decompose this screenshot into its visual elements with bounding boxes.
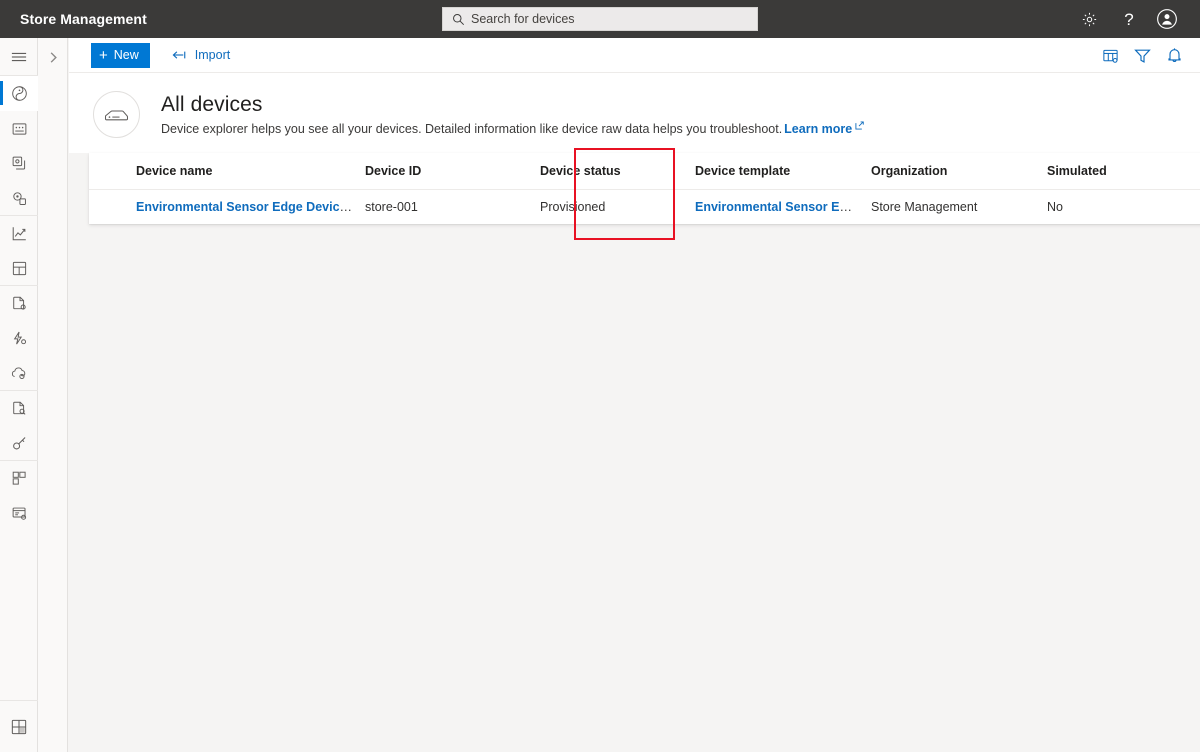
external-link-icon bbox=[855, 121, 864, 130]
cell-simulated: No bbox=[1047, 200, 1063, 214]
device-templates-icon bbox=[11, 155, 28, 172]
column-header-organization[interactable]: Organization bbox=[871, 164, 1047, 178]
dashboard-grid-icon bbox=[11, 260, 28, 277]
sidebar-item-administration[interactable] bbox=[0, 496, 38, 531]
table-row[interactable]: Environmental Sensor Edge Device - store… bbox=[89, 190, 1200, 224]
page-title: All devices bbox=[161, 93, 263, 116]
app-title: Store Management bbox=[20, 11, 147, 27]
page-description-text: Device explorer helps you see all your d… bbox=[161, 122, 783, 136]
new-button-label: New bbox=[113, 48, 139, 62]
new-device-button[interactable]: + New bbox=[91, 42, 150, 68]
file-search-icon bbox=[11, 400, 28, 417]
app-grid-icon bbox=[11, 470, 28, 487]
search-input[interactable]: Search for devices bbox=[442, 7, 758, 31]
column-options-icon bbox=[1102, 48, 1119, 64]
command-bar: + New Import bbox=[69, 38, 1200, 73]
sidebar-item-analytics[interactable] bbox=[0, 216, 38, 251]
admin-settings-icon bbox=[11, 505, 28, 522]
import-arrow-icon bbox=[172, 49, 187, 61]
sidebar-item-data-export[interactable] bbox=[0, 286, 38, 321]
settings-button[interactable] bbox=[1070, 0, 1108, 38]
cell-device-id: store-001 bbox=[365, 200, 418, 214]
table-header-row: Device name Device ID Device status Devi… bbox=[89, 153, 1200, 190]
account-button[interactable] bbox=[1148, 0, 1186, 38]
sidebar-item-device-templates[interactable] bbox=[0, 146, 38, 181]
file-export-icon bbox=[11, 295, 28, 312]
hamburger-menu-button[interactable] bbox=[0, 38, 38, 76]
column-header-simulated[interactable]: Simulated bbox=[1047, 164, 1167, 178]
data-explorer-icon bbox=[11, 190, 28, 207]
line-chart-icon bbox=[11, 225, 28, 242]
apps-grid-icon bbox=[10, 718, 28, 736]
rules-lightning-icon bbox=[11, 330, 28, 347]
column-header-device-id[interactable]: Device ID bbox=[365, 164, 540, 178]
sidebar-item-data-explorer[interactable] bbox=[0, 181, 38, 216]
device-template-link[interactable]: Environmental Sensor Edg... bbox=[695, 200, 865, 214]
cell-device-name: Environmental Sensor Edge Device - store… bbox=[89, 200, 365, 214]
sidebar-item-dashboards[interactable] bbox=[0, 251, 38, 286]
filter-button[interactable] bbox=[1126, 40, 1158, 72]
sidebar-item-rules[interactable] bbox=[0, 321, 38, 356]
page-avatar bbox=[93, 91, 140, 138]
key-icon bbox=[11, 435, 28, 452]
sidebar-item-app-templates[interactable] bbox=[0, 461, 38, 496]
hamburger-menu-icon bbox=[11, 50, 27, 64]
bell-icon bbox=[1167, 47, 1182, 64]
sidebar-item-cloud[interactable] bbox=[0, 356, 38, 391]
filter-funnel-icon bbox=[1133, 48, 1151, 64]
sidebar-item-jobs[interactable] bbox=[0, 391, 38, 426]
question-mark-icon: ? bbox=[1124, 9, 1134, 29]
help-button[interactable]: ? bbox=[1110, 0, 1148, 38]
left-icon-rail bbox=[0, 38, 38, 752]
column-header-device-status[interactable]: Device status bbox=[540, 164, 695, 178]
topbar-actions: ? bbox=[1070, 0, 1200, 38]
devices-table: Device name Device ID Device status Devi… bbox=[89, 153, 1200, 224]
cloud-sync-icon bbox=[10, 365, 28, 381]
sidebar-item-permissions[interactable] bbox=[0, 426, 38, 461]
device-groups-icon bbox=[11, 121, 28, 137]
search-icon bbox=[451, 12, 465, 26]
plus-icon: + bbox=[99, 46, 108, 64]
cell-organization: Store Management bbox=[871, 200, 978, 214]
device-hardware-icon bbox=[104, 106, 129, 124]
command-bar-right-actions bbox=[1094, 38, 1190, 73]
sidebar-item-apps[interactable] bbox=[0, 700, 38, 752]
import-button[interactable]: Import bbox=[166, 43, 236, 68]
cell-device-status: Provisioned bbox=[540, 200, 606, 214]
import-button-label: Import bbox=[194, 48, 231, 62]
search-placeholder: Search for devices bbox=[471, 12, 575, 26]
page-header: All devices Device explorer helps you se… bbox=[69, 73, 1200, 153]
learn-more-link[interactable]: Learn more bbox=[784, 122, 852, 136]
column-header-device-template[interactable]: Device template bbox=[695, 164, 871, 178]
notifications-button[interactable] bbox=[1158, 40, 1190, 72]
sidebar-item-devices[interactable] bbox=[0, 76, 38, 111]
top-bar: Store Management Search for devices ? bbox=[0, 0, 1200, 38]
sidebar-item-device-groups[interactable] bbox=[0, 111, 38, 146]
column-header-device-name[interactable]: Device name bbox=[89, 164, 365, 178]
devices-icon bbox=[11, 85, 28, 102]
account-circle-icon bbox=[1156, 8, 1178, 30]
device-name-link[interactable]: Environmental Sensor Edge Device - store… bbox=[136, 200, 365, 214]
expand-nav-button[interactable] bbox=[38, 38, 68, 76]
gear-icon bbox=[1081, 11, 1098, 28]
nav-expander-column bbox=[38, 38, 68, 752]
chevron-right-icon bbox=[47, 50, 60, 65]
page-description: Device explorer helps you see all your d… bbox=[161, 121, 864, 136]
cell-device-template: Environmental Sensor Edg... bbox=[695, 200, 871, 214]
column-options-button[interactable] bbox=[1094, 40, 1126, 72]
